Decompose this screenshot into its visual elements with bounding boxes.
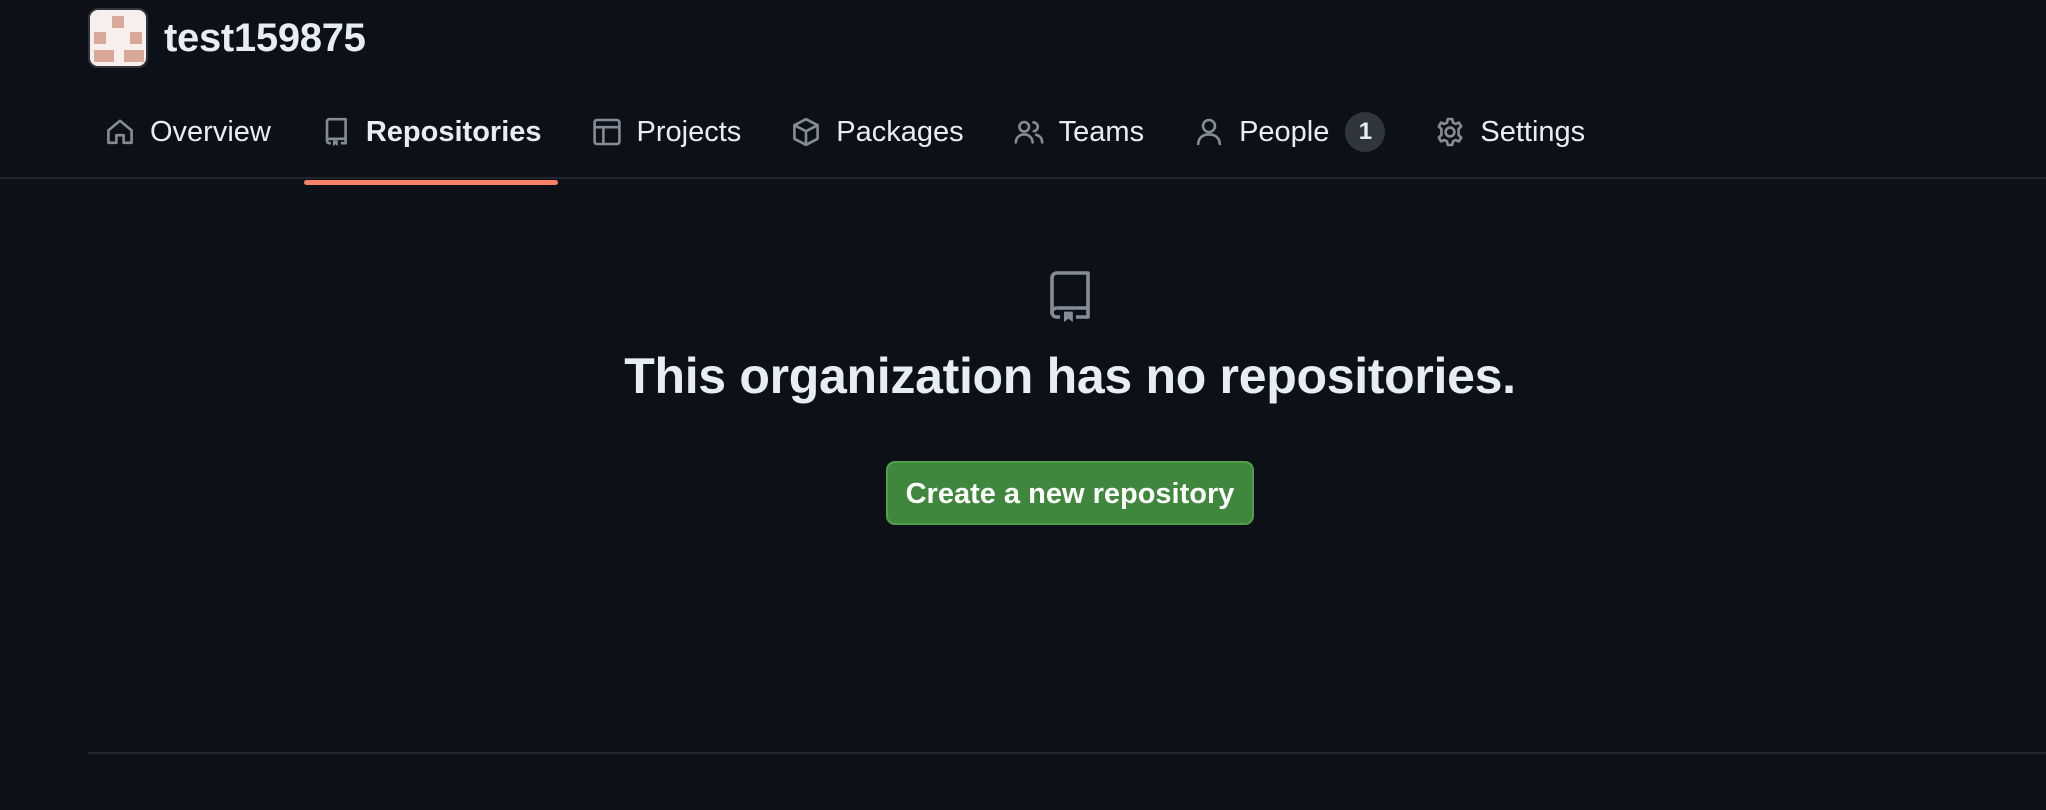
gear-icon [1437,117,1463,147]
table-icon [592,118,621,146]
tab-repositories[interactable]: Repositories [303,105,558,185]
empty-state-title: This organization has no repositories. [624,348,1516,404]
org-name[interactable]: test159875 [164,16,366,61]
nav-divider [0,177,2046,179]
tab-packages[interactable]: Packages [774,105,979,159]
tab-people-label: People [1239,115,1330,148]
org-header: test159875 [88,7,366,69]
org-nav: Overview Repositories Projects Packages [88,105,1618,185]
person-icon [1196,118,1222,146]
people-counter-badge: 1 [1345,112,1386,152]
tab-overview[interactable]: Overview [88,105,287,159]
tab-settings-label: Settings [1480,115,1586,148]
tab-projects-label: Projects [636,115,742,148]
footer-divider [88,752,2046,754]
tab-packages-label: Packages [836,115,964,148]
tab-teams[interactable]: Teams [997,105,1160,159]
repo-icon [325,117,347,146]
people-icon [1014,120,1044,144]
tab-people[interactable]: People 1 [1177,105,1401,159]
org-avatar[interactable] [88,8,148,68]
create-repository-button[interactable]: Create a new repository [886,461,1254,525]
tab-overview-label: Overview [150,115,271,148]
tab-teams-label: Teams [1058,115,1145,148]
empty-state: This organization has no repositories. C… [0,270,2046,525]
package-icon [793,117,820,147]
tab-repositories-label: Repositories [365,115,542,148]
tab-projects[interactable]: Projects [575,105,758,159]
home-icon [107,119,133,145]
tab-settings[interactable]: Settings [1418,105,1601,159]
repo-icon [1050,271,1090,322]
